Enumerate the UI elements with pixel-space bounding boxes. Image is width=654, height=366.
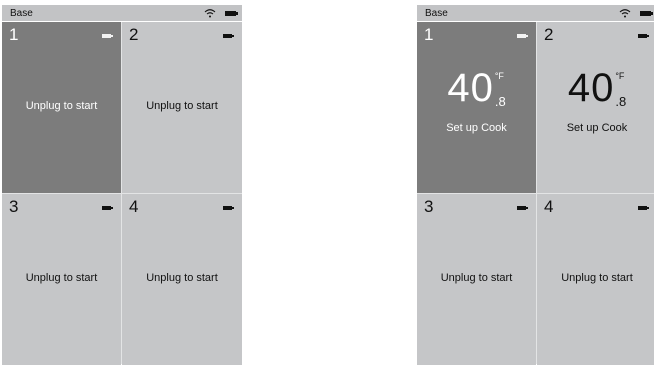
status-title: Base xyxy=(10,7,33,19)
probe-tile-3[interactable]: 3 Unplug to start xyxy=(417,194,536,365)
probe-battery-icon xyxy=(223,34,234,38)
temperature-unit: °F xyxy=(615,71,625,81)
probe-grid: 1 Unplug to start 2 Unplug to start 3 Un… xyxy=(2,22,242,365)
probe-battery-icon xyxy=(517,206,528,210)
probe-grid: 1 40 °F .8 Set up Cook 2 40 °F .8 Set up… xyxy=(417,22,654,365)
probe-tile-2[interactable]: 2 Unplug to start xyxy=(122,22,242,193)
probe-battery-icon xyxy=(638,206,649,210)
probe-tile-1[interactable]: 1 40 °F .8 Set up Cook xyxy=(417,22,536,193)
temperature-unit: °F xyxy=(494,71,504,81)
probe-temperature: 40 °F .8 xyxy=(537,68,654,110)
probe-tile-3[interactable]: 3 Unplug to start xyxy=(2,194,121,365)
probe-tile-2[interactable]: 2 40 °F .8 Set up Cook xyxy=(537,22,654,193)
set-up-cook-button[interactable]: Set up Cook xyxy=(417,122,536,134)
probe-number: 3 xyxy=(424,197,434,216)
probe-number: 1 xyxy=(9,25,19,44)
probe-battery-icon xyxy=(102,34,113,38)
probe-tile-1[interactable]: 1 Unplug to start xyxy=(2,22,121,193)
probe-message: Unplug to start xyxy=(561,272,633,284)
status-icons xyxy=(204,8,238,18)
probe-message: Unplug to start xyxy=(25,272,98,284)
probe-temperature: 40 °F .8 xyxy=(417,68,536,110)
probe-battery-icon xyxy=(223,206,234,210)
battery-icon xyxy=(640,10,653,16)
probe-message: Unplug to start xyxy=(440,272,513,284)
probe-battery-icon xyxy=(102,206,113,210)
probe-tile-4[interactable]: 4 Unplug to start xyxy=(537,194,654,365)
status-bar: Base xyxy=(417,5,654,21)
status-bar: Base xyxy=(2,5,242,21)
wifi-icon xyxy=(619,9,631,18)
probe-number: 4 xyxy=(544,197,554,216)
status-title: Base xyxy=(425,7,448,19)
wifi-icon xyxy=(204,9,216,18)
probe-battery-icon xyxy=(517,34,528,38)
set-up-cook-button[interactable]: Set up Cook xyxy=(537,122,654,134)
status-icons xyxy=(619,8,653,18)
probe-message: Unplug to start xyxy=(146,100,218,112)
probe-number: 3 xyxy=(9,197,19,216)
probe-number: 4 xyxy=(129,197,139,216)
temperature-decimal: .8 xyxy=(615,94,627,109)
probe-number: 2 xyxy=(129,25,139,44)
probe-battery-icon xyxy=(638,34,649,38)
probe-message: Unplug to start xyxy=(146,272,218,284)
battery-icon xyxy=(225,10,238,16)
temperature-value: 40 xyxy=(447,66,494,110)
temperature-value: 40 xyxy=(567,66,615,110)
temperature-decimal: .8 xyxy=(494,94,506,109)
probe-message: Unplug to start xyxy=(25,100,98,112)
probe-number: 2 xyxy=(544,25,554,44)
probe-tile-4[interactable]: 4 Unplug to start xyxy=(122,194,242,365)
screen-right: Base 1 40 °F .8 Set up Cook 2 40 °F .8 S… xyxy=(415,0,654,365)
screen-left: Base 1 Unplug to start 2 Unplug to start… xyxy=(0,0,242,365)
probe-number: 1 xyxy=(424,25,434,44)
